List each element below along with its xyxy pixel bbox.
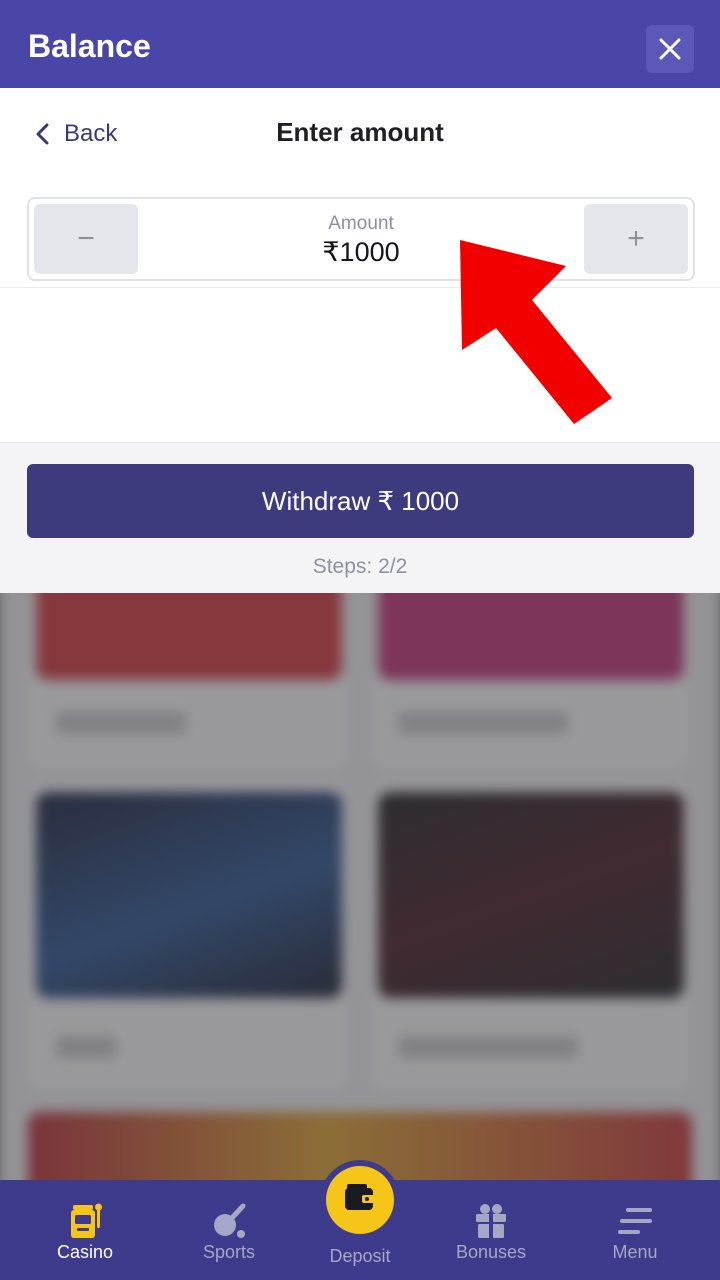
panel-footer: Withdraw ₹ 1000 Steps: 2/2 [0,442,720,593]
nav-item-menu[interactable]: Menu [563,1180,707,1280]
nav-label-deposit: Deposit [329,1246,391,1266]
close-button[interactable] [646,25,694,73]
deposit-button[interactable] [320,1160,400,1240]
nav-label-bonuses: Bonuses [455,1242,527,1262]
header-title: Balance [28,28,151,64]
menu-icon [616,1202,654,1240]
plus-icon: + [627,222,645,255]
nav-item-bonuses[interactable]: Bonuses [419,1180,563,1280]
sports-icon [210,1202,248,1240]
nav-label-casino: Casino [56,1242,114,1262]
withdraw-button[interactable]: Withdraw ₹ 1000 [27,464,694,538]
nav-item-casino[interactable]: Casino [13,1180,157,1280]
nav-item-sports[interactable]: Sports [157,1180,301,1280]
gift-icon [473,1202,509,1240]
wallet-icon [342,1182,378,1219]
close-icon [659,38,681,60]
red-arrow-annotation [460,240,612,424]
nav-label-sports: Sports [202,1242,256,1262]
bottom-navigation: Casino Sports Deposit Bonuses Menu [0,1160,720,1280]
panel-title: Enter amount [276,117,444,147]
nav-label-menu: Menu [612,1242,658,1262]
slot-machine-icon [67,1202,103,1240]
modal-header: Balance [0,0,720,88]
steps-indicator: Steps: 2/2 [312,555,408,578]
